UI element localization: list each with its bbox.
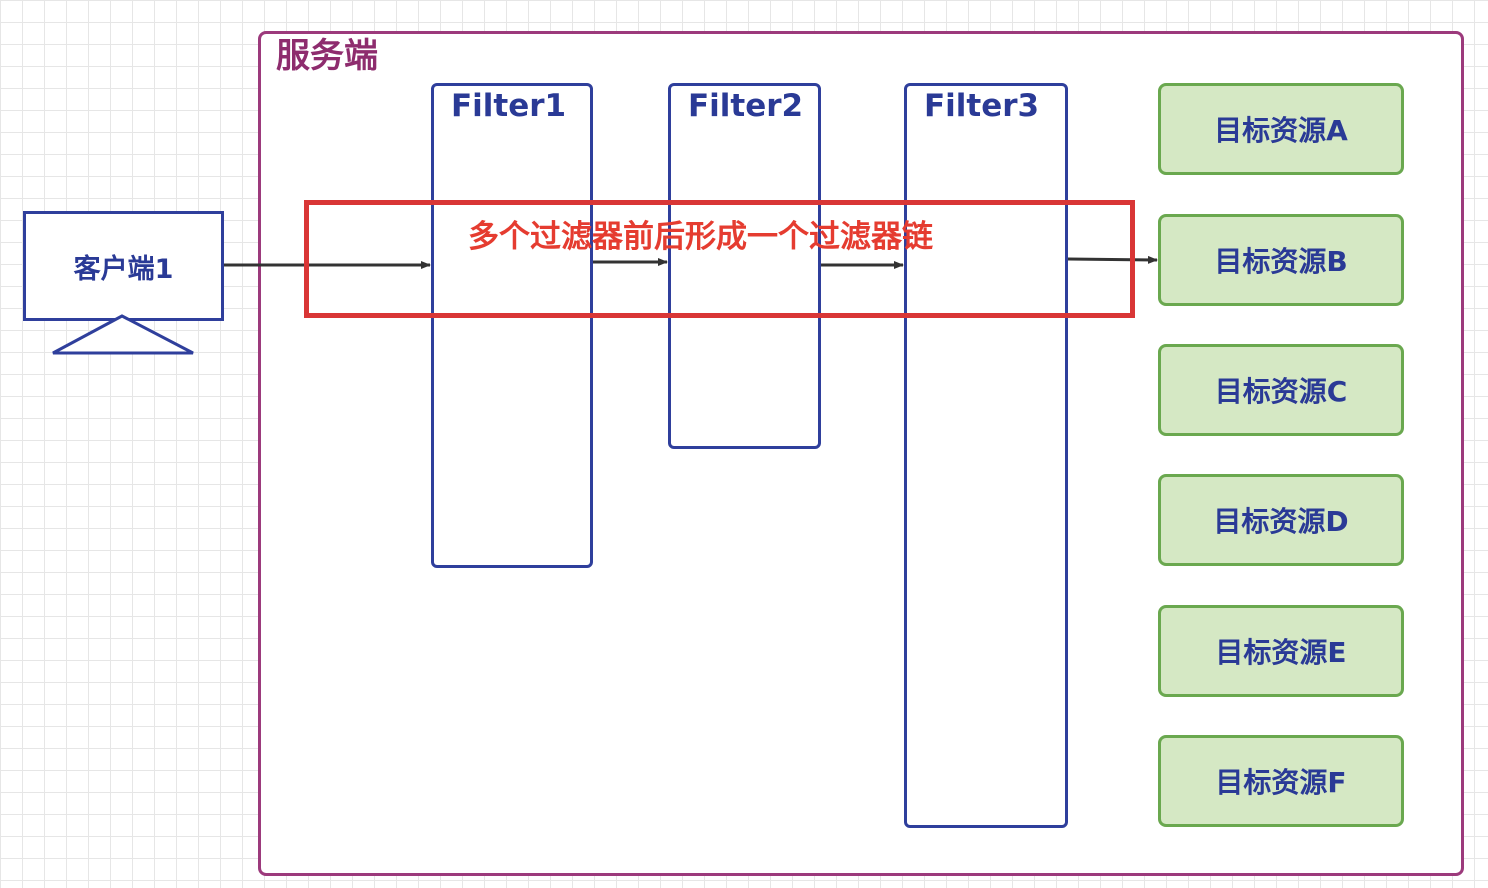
client-monitor-stand — [52, 314, 194, 355]
filter-chain-note: 多个过滤器前后形成一个过滤器链 — [468, 219, 933, 255]
connector-layer — [52, 255, 1158, 355]
